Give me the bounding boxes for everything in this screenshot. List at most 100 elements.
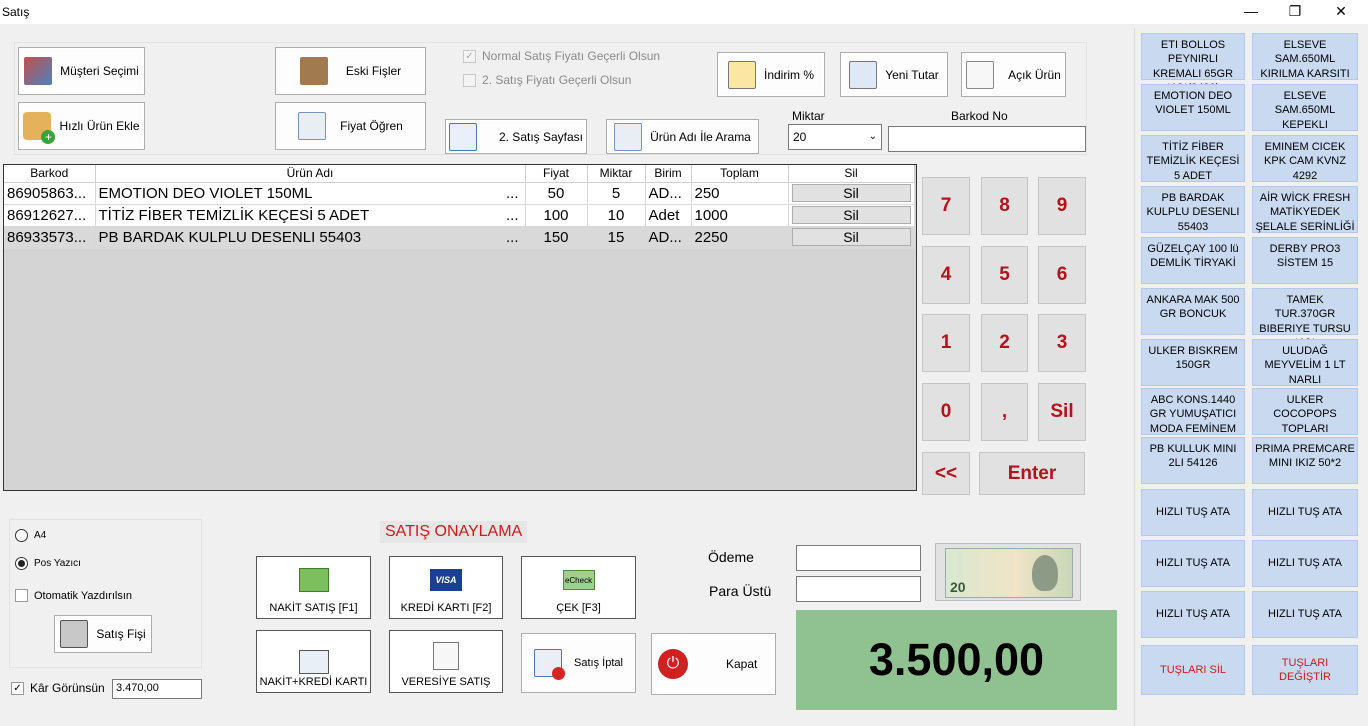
acik-urun-button[interactable]: Açık Ürün bbox=[961, 52, 1066, 97]
eski-fisler-button[interactable]: Eski Fişler bbox=[275, 47, 426, 95]
quick-key[interactable]: ABC KONS.1440 GR YUMUŞATICI MODA FEMİNEM bbox=[1141, 388, 1245, 435]
quick-key[interactable]: PB KULLUK MINI 2LI 54126 bbox=[1141, 437, 1245, 484]
table-row[interactable]: 86905863... EMOTION DEO VIOLET 150ML... … bbox=[4, 182, 915, 205]
minimize-button[interactable]: — bbox=[1228, 0, 1274, 22]
ellipsis-button[interactable]: ... bbox=[506, 185, 519, 202]
kapat-button[interactable]: ⏻ Kapat bbox=[651, 633, 776, 695]
table-row-selected[interactable]: 86933573... PB BARDAK KULPLU DESENLI 554… bbox=[4, 226, 915, 249]
urun-cell[interactable]: EMOTION DEO VIOLET 150ML... bbox=[95, 182, 526, 205]
quick-key[interactable]: EMINEM CICEK KPK CAM KVNZ 4292 bbox=[1252, 135, 1358, 182]
col-fiyat[interactable]: Fiyat bbox=[525, 165, 588, 183]
barkod-input[interactable] bbox=[888, 126, 1086, 152]
row-sil-button[interactable]: Sil bbox=[791, 206, 911, 224]
numpad-1[interactable]: 1 bbox=[922, 314, 970, 372]
col-toplam[interactable]: Toplam bbox=[691, 165, 789, 183]
cek-button[interactable]: eCheck ÇEK [F3] bbox=[521, 556, 636, 619]
numpad-back[interactable]: << bbox=[922, 452, 970, 495]
nakit-kredi-button[interactable]: NAKİT+KREDİ KARTI bbox=[256, 630, 371, 693]
quick-key-empty[interactable]: HIZLI TUŞ ATA bbox=[1141, 591, 1245, 638]
quick-key-empty[interactable]: HIZLI TUŞ ATA bbox=[1141, 540, 1245, 587]
col-barkod[interactable]: Barkod bbox=[4, 165, 96, 183]
col-birim[interactable]: Birim bbox=[645, 165, 692, 183]
quick-key[interactable]: TAMEK TUR.370GR BIBERIYE TURSU *12* bbox=[1252, 288, 1358, 349]
birim-cell[interactable]: AD... bbox=[645, 182, 692, 205]
quick-key-empty[interactable]: HIZLI TUŞ ATA bbox=[1252, 591, 1358, 638]
quick-key[interactable]: EMOTION DEO VIOLET 150ML bbox=[1141, 84, 1245, 131]
normal-fiyat-checkbox[interactable]: ✓ Normal Satış Fiyatı Geçerli Olsun bbox=[463, 49, 660, 63]
ikinci-fiyat-checkbox[interactable]: 2. Satış Fiyatı Geçerli Olsun bbox=[463, 73, 631, 87]
numpad-6[interactable]: 6 bbox=[1038, 246, 1086, 304]
birim-cell[interactable]: AD... bbox=[645, 226, 692, 249]
numpad-sil[interactable]: Sil bbox=[1038, 383, 1086, 441]
urun-cell[interactable]: PB BARDAK KULPLU DESENLI 55403... bbox=[95, 226, 526, 249]
maximize-button[interactable]: ❐ bbox=[1272, 0, 1318, 22]
barkod-cell[interactable]: 86933573... bbox=[4, 226, 96, 249]
quick-key[interactable]: ETI BOLLOS PEYNIRLI KREMALI 65GR *12*(84… bbox=[1141, 33, 1245, 94]
indirim-button[interactable]: İndirim % bbox=[717, 52, 825, 97]
satis-sayfasi-2-button[interactable]: 2. Satış Sayfası bbox=[445, 119, 587, 154]
musteri-secimi-button[interactable]: Müşteri Seçimi bbox=[18, 47, 145, 95]
quick-key[interactable]: ELSEVE SAM.650ML KIRILMA KARSITI bbox=[1252, 33, 1358, 80]
tuslari-sil-button[interactable]: TUŞLARI SİL bbox=[1141, 645, 1245, 695]
quick-key[interactable]: ULUDAĞ MEYVELİM 1 LT NARLI bbox=[1252, 339, 1358, 386]
miktar-select[interactable]: 20 ⌄ bbox=[788, 124, 882, 150]
fiyat-cell[interactable]: 50 bbox=[525, 182, 588, 205]
quick-key[interactable]: AİR WİCK FRESH MATİKYEDEK ŞELALE SERİNLİ… bbox=[1252, 186, 1358, 233]
veresiye-satis-button[interactable]: VERESİYE SATIŞ bbox=[389, 630, 503, 693]
nakit-satis-button[interactable]: NAKİT SATIŞ [F1] bbox=[256, 556, 371, 619]
otomatik-yazdir-checkbox[interactable]: Otomatik Yazdırılsın bbox=[15, 589, 132, 602]
numpad-2[interactable]: 2 bbox=[981, 314, 1028, 372]
quick-key[interactable]: PB BARDAK KULPLU DESENLI 55403 bbox=[1141, 186, 1245, 233]
numpad-3[interactable]: 3 bbox=[1038, 314, 1086, 372]
quick-key[interactable]: ULKER COCOPOPS TOPLARI bbox=[1252, 388, 1358, 435]
numpad-5[interactable]: 5 bbox=[981, 246, 1028, 304]
numpad-8[interactable]: 8 bbox=[981, 177, 1028, 235]
miktar-cell[interactable]: 15 bbox=[587, 226, 646, 249]
fiyat-ogren-button[interactable]: Fiyat Öğren bbox=[275, 102, 426, 150]
numpad-9[interactable]: 9 bbox=[1038, 177, 1086, 235]
quick-key[interactable]: ELSEVE SAM.650ML KEPEKLI bbox=[1252, 84, 1358, 131]
numpad-4[interactable]: 4 bbox=[922, 246, 970, 304]
a4-radio[interactable]: A4 bbox=[15, 529, 46, 542]
urun-cell[interactable]: TİTİZ FİBER TEMİZLİK KEÇESİ 5 ADET... bbox=[95, 204, 526, 227]
quick-key[interactable]: GÜZELÇAY 100 lü DEMLİK TİRYAKİ bbox=[1141, 237, 1245, 284]
miktar-cell[interactable]: 5 bbox=[587, 182, 646, 205]
kredi-karti-button[interactable]: VISA KREDİ KARTI [F2] bbox=[389, 556, 503, 619]
quick-key-empty[interactable]: HIZLI TUŞ ATA bbox=[1141, 489, 1245, 536]
quick-key[interactable]: DERBY PRO3 SİSTEM 15 bbox=[1252, 237, 1358, 284]
kar-gorunsun-checkbox[interactable]: ✓ Kâr Görünsün bbox=[11, 681, 105, 695]
kar-input[interactable]: 3.470,00 bbox=[112, 679, 202, 699]
numpad-0[interactable]: 0 bbox=[922, 383, 970, 441]
tuslari-degistir-button[interactable]: TUŞLARI DEĞİŞTİR bbox=[1252, 645, 1358, 695]
table-row[interactable]: 86912627... TİTİZ FİBER TEMİZLİK KEÇESİ … bbox=[4, 204, 915, 227]
pos-yazici-radio[interactable]: Pos Yazıcı bbox=[15, 557, 81, 570]
quick-key[interactable]: TİTİZ FİBER TEMİZLİK KEÇESİ 5 ADET bbox=[1141, 135, 1245, 182]
close-button[interactable]: ✕ bbox=[1318, 0, 1364, 22]
satis-iptal-button[interactable]: Satış İptal bbox=[521, 633, 636, 693]
quick-key-empty[interactable]: HIZLI TUŞ ATA bbox=[1252, 489, 1358, 536]
quick-key[interactable]: PRIMA PREMCARE MINI IKIZ 50*2 bbox=[1252, 437, 1358, 484]
numpad-7[interactable]: 7 bbox=[922, 177, 970, 235]
birim-cell[interactable]: Adet bbox=[645, 204, 692, 227]
odeme-input[interactable] bbox=[796, 545, 921, 571]
row-sil-button[interactable]: Sil bbox=[791, 184, 911, 202]
quick-key-empty[interactable]: HIZLI TUŞ ATA bbox=[1252, 540, 1358, 587]
barkod-cell[interactable]: 86912627... bbox=[4, 204, 96, 227]
quick-key[interactable]: ANKARA MAK 500 GR BONCUK bbox=[1141, 288, 1245, 335]
fiyat-cell[interactable]: 150 bbox=[525, 226, 588, 249]
col-sil[interactable]: Sil bbox=[788, 165, 915, 183]
col-urun-adi[interactable]: Ürün Adı bbox=[95, 165, 526, 183]
yeni-tutar-button[interactable]: Yeni Tutar bbox=[840, 52, 948, 97]
hizli-urun-ekle-button[interactable]: + Hızlı Ürün Ekle bbox=[18, 102, 145, 150]
row-sil-button[interactable]: Sil bbox=[791, 228, 911, 246]
fiyat-cell[interactable]: 100 bbox=[525, 204, 588, 227]
col-miktar[interactable]: Miktar bbox=[587, 165, 646, 183]
urun-adi-arama-button[interactable]: Ürün Adı İle Arama bbox=[606, 119, 759, 154]
satis-fisi-button[interactable]: Satış Fişi bbox=[54, 615, 152, 653]
barkod-cell[interactable]: 86905863... bbox=[4, 182, 96, 205]
quick-key[interactable]: ULKER BISKREM 150GR bbox=[1141, 339, 1245, 386]
numpad-enter[interactable]: Enter bbox=[979, 452, 1085, 495]
ellipsis-button[interactable]: ... bbox=[506, 207, 519, 224]
miktar-cell[interactable]: 10 bbox=[587, 204, 646, 227]
numpad-comma[interactable]: , bbox=[981, 383, 1028, 441]
